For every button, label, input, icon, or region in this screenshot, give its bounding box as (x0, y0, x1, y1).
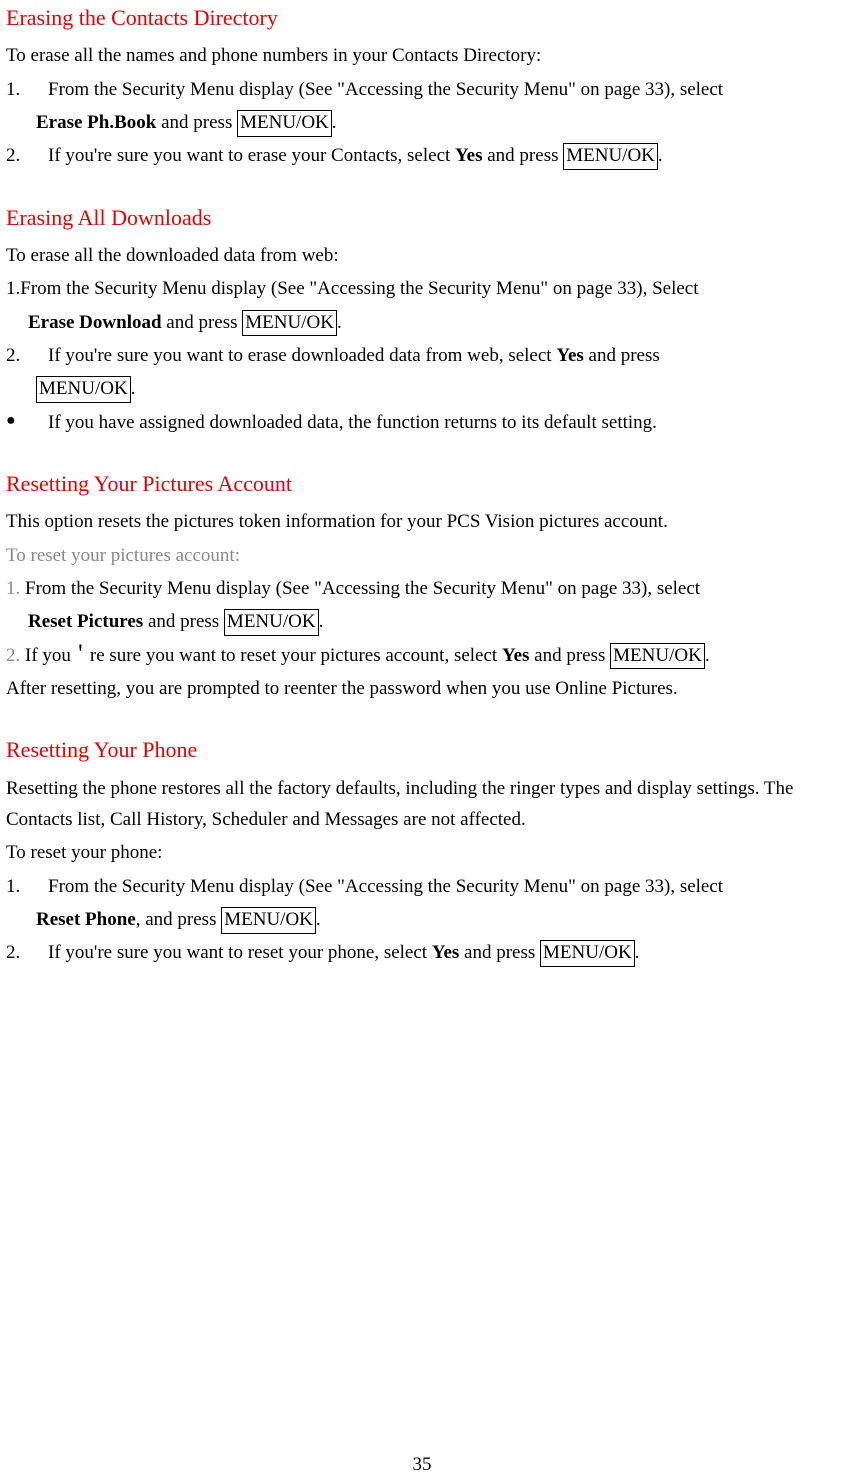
key-box: MENU/OK (540, 940, 635, 967)
step-body: If you're sure you want to erase downloa… (48, 340, 838, 371)
step-1: 1. From the Security Menu display (See "… (6, 74, 838, 105)
step-1-cont: Reset Phone, and press MENU/OK. (6, 904, 838, 935)
bullet-icon: ● (6, 407, 48, 436)
section-erasing-contacts: Erasing the Contacts Directory To erase … (6, 0, 838, 172)
step-number: 2. (6, 645, 20, 666)
key-box: MENU/OK (36, 376, 131, 403)
step-number: 1. (6, 871, 48, 902)
step-1-cont: Reset Pictures and press MENU/OK. (6, 606, 838, 637)
section-reset-phone: Resetting Your Phone Resetting the phone… (6, 732, 838, 968)
heading: Erasing All Downloads (6, 200, 838, 236)
section-erasing-downloads: Erasing All Downloads To erase all the d… (6, 200, 838, 438)
intro-text: To erase all the names and phone numbers… (6, 40, 838, 71)
text: From the Security Menu display (See "Acc… (48, 876, 723, 897)
step-body: From the Security Menu display (See "Acc… (48, 871, 838, 902)
text: From the Security Menu display (See "Acc… (20, 278, 698, 299)
text: If you're sure you want to reset your ph… (48, 942, 432, 963)
step-number: 2. (6, 140, 48, 171)
text: . (332, 112, 337, 133)
text: and press (483, 145, 564, 166)
intro-text: To erase all the downloaded data from we… (6, 240, 838, 271)
step-number: 1. (6, 578, 20, 599)
intro-text: Resetting the phone restores all the fac… (6, 773, 838, 836)
step-body: If you're sure you want to reset your ph… (48, 937, 838, 968)
key-box: MENU/OK (224, 609, 319, 636)
step-1-cont: Erase Download and press MENU/OK. (6, 307, 838, 338)
step-2: 2. If you're sure you want to erase down… (6, 340, 838, 371)
text: From the Security Menu display (See "Acc… (20, 578, 700, 599)
text: and press (156, 112, 237, 133)
text: . (658, 145, 663, 166)
key-box: MENU/OK (242, 310, 337, 337)
text: and press (162, 312, 243, 333)
bold-text: Erase Ph.Book (36, 112, 156, 133)
text: . (319, 611, 324, 632)
bullet-text: If you have assigned downloaded data, th… (48, 407, 838, 438)
text: , and press (136, 909, 221, 930)
bold-text: Erase Download (28, 312, 162, 333)
text: and press (529, 645, 610, 666)
text: . (635, 942, 640, 963)
key-box: MENU/OK (610, 643, 705, 670)
key-box: MENU/OK (237, 110, 332, 137)
step-2: 2. If you're sure you want to erase your… (6, 140, 838, 171)
text: If you＇re sure you want to reset your pi… (20, 645, 502, 666)
after-text: After resetting, you are prompted to ree… (6, 673, 838, 704)
text: . (705, 645, 710, 666)
key-box: MENU/OK (563, 143, 658, 170)
step-1: 1. From the Security Menu display (See "… (6, 573, 838, 604)
intro-text-gray: To reset your pictures account: (6, 540, 838, 571)
key-box: MENU/OK (221, 907, 316, 934)
text: . (131, 378, 136, 399)
heading: Erasing the Contacts Directory (6, 0, 838, 36)
step-number: 1. (6, 278, 20, 299)
section-reset-pictures: Resetting Your Pictures Account This opt… (6, 466, 838, 704)
text: If you're sure you want to erase your Co… (48, 145, 455, 166)
heading: Resetting Your Phone (6, 732, 838, 768)
text: and press (143, 611, 224, 632)
step-number: 2. (6, 937, 48, 968)
text: and press (584, 345, 660, 366)
step-2-cont: MENU/OK. (6, 373, 838, 404)
text: . (316, 909, 321, 930)
step-number: 1. (6, 74, 48, 105)
step-number: 2. (6, 340, 48, 371)
bold-text: Yes (556, 345, 583, 366)
text: If you're sure you want to erase downloa… (48, 345, 556, 366)
step-body: If you're sure you want to erase your Co… (48, 140, 838, 171)
text: and press (459, 942, 540, 963)
step-2: 2. If you're sure you want to reset your… (6, 937, 838, 968)
bold-text: Yes (455, 145, 482, 166)
step-1: 1. From the Security Menu display (See "… (6, 871, 838, 902)
bold-text: Yes (502, 645, 529, 666)
bullet-item: ● If you have assigned downloaded data, … (6, 407, 838, 438)
intro-text: This option resets the pictures token in… (6, 506, 838, 537)
text: . (337, 312, 342, 333)
intro-text-2: To reset your phone: (6, 837, 838, 868)
heading: Resetting Your Pictures Account (6, 466, 838, 502)
step-1-cont: Erase Ph.Book and press MENU/OK. (6, 107, 838, 138)
bold-text: Yes (432, 942, 459, 963)
bold-text: Reset Phone (36, 909, 136, 930)
step-2: 2. If you＇re sure you want to reset your… (6, 640, 838, 671)
text: From the Security Menu display (See "Acc… (48, 79, 723, 100)
bold-text: Reset Pictures (28, 611, 143, 632)
step-body: From the Security Menu display (See "Acc… (48, 74, 838, 105)
step-1: 1.From the Security Menu display (See "A… (6, 273, 838, 304)
page-number: 35 (6, 1449, 838, 1480)
